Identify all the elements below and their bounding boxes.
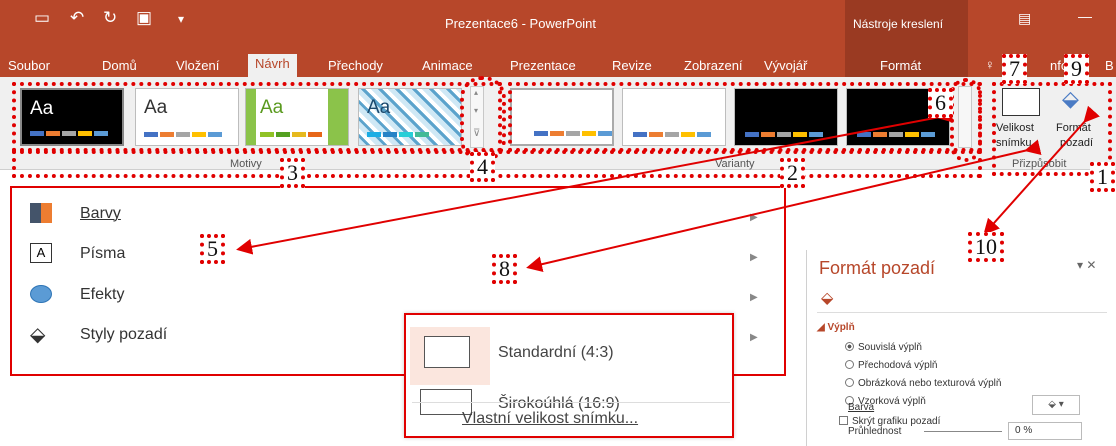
annotation-badge-9: 9 (1064, 54, 1089, 84)
annotation-badge-3: 3 (280, 158, 305, 188)
annotation-badge-10: 10 (968, 232, 1004, 262)
annotation-badge-8: 8 (492, 254, 517, 284)
annotation-badge-4: 4 (470, 152, 495, 182)
annotation-badge-7: 7 (1002, 54, 1027, 84)
annotation-badge-6: 6 (928, 88, 953, 118)
arrow-6-to-5 (236, 106, 954, 255)
arrow-7-to-8 (526, 139, 1042, 273)
annotation-badge-1: 1 (1090, 162, 1115, 192)
annotation-badge-5: 5 (200, 234, 225, 264)
annotation-arrows (236, 105, 1100, 273)
annotation-badge-2: 2 (780, 158, 805, 188)
arrow-9-to-10 (983, 105, 1100, 235)
